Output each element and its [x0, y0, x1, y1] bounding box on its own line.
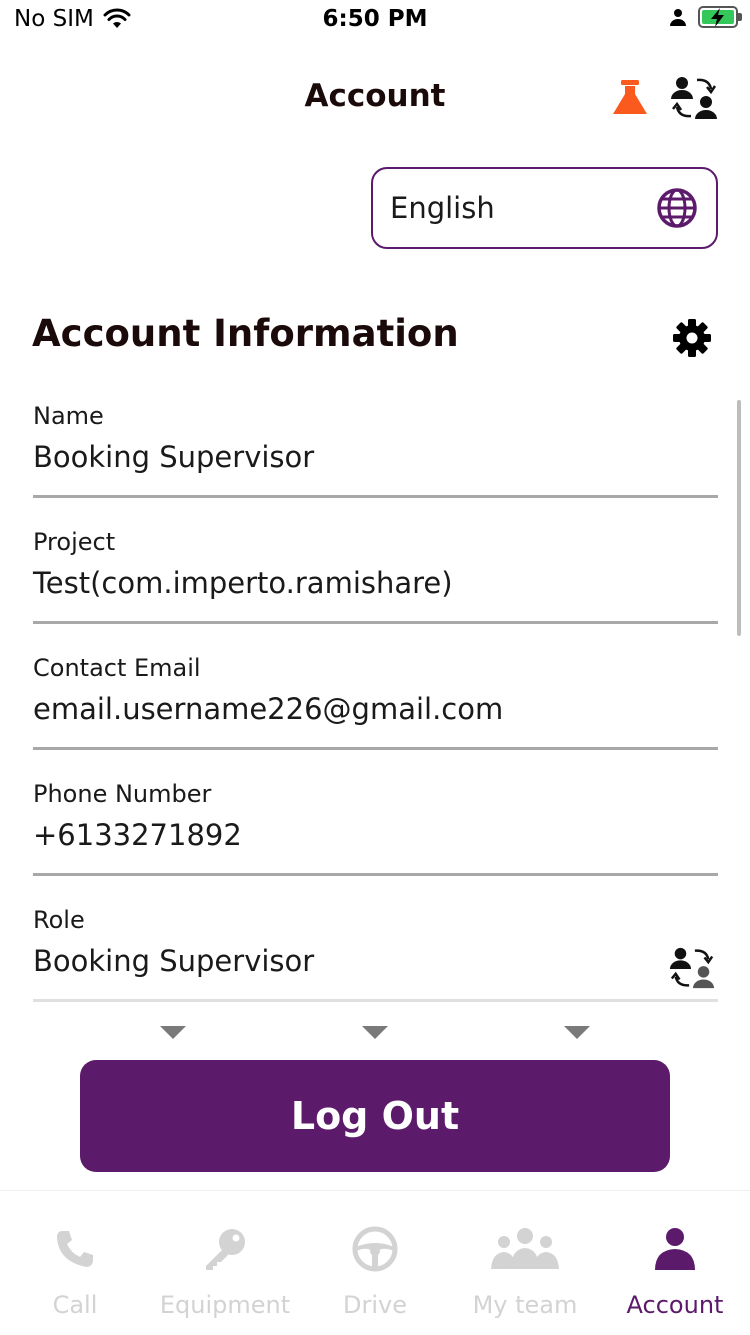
language-value: English	[390, 191, 495, 225]
tab-equipment[interactable]: Equipment	[150, 1191, 300, 1335]
field-role: Role Booking Supervisor	[33, 900, 718, 1026]
logout-button[interactable]: Log Out	[80, 1060, 670, 1172]
divider	[33, 999, 718, 1002]
flask-icon	[613, 80, 647, 114]
key-icon	[150, 1221, 300, 1277]
field-label: Name	[33, 402, 104, 430]
scrollbar[interactable]	[737, 400, 741, 636]
field-name: Name Booking Supervisor	[33, 396, 718, 522]
tab-bar: Call Equipment Drive My team Account	[0, 1190, 750, 1335]
field-label: Role	[33, 906, 85, 934]
tab-label: Call	[52, 1291, 98, 1319]
field-value: Booking Supervisor	[33, 440, 315, 474]
chevron-down-icon	[160, 1026, 186, 1039]
status-right	[670, 6, 742, 28]
tab-label: Drive	[343, 1291, 407, 1319]
nav-header: Account	[0, 60, 750, 136]
switch-role-button[interactable]	[666, 944, 718, 992]
tab-label: My team	[472, 1291, 578, 1319]
field-label: Project	[33, 528, 116, 556]
gear-icon	[673, 319, 711, 357]
chevron-down-icon	[362, 1026, 388, 1039]
switch-users-icon	[669, 947, 715, 989]
divider	[33, 747, 718, 750]
tab-account[interactable]: Account	[600, 1191, 750, 1335]
team-icon	[450, 1221, 600, 1277]
divider	[33, 873, 718, 876]
field-label: Contact Email	[33, 654, 201, 682]
status-time: 6:50 PM	[322, 6, 428, 32]
field-value: +6133271892	[33, 818, 242, 852]
scroll-hint	[0, 1026, 750, 1046]
account-fields: Name Booking Supervisor Project Test(com…	[33, 396, 718, 1026]
tab-label: Equipment	[159, 1291, 291, 1319]
tab-drive[interactable]: Drive	[300, 1191, 450, 1335]
divider	[33, 621, 718, 624]
field-contact-email: Contact Email email.username226@gmail.co…	[33, 648, 718, 774]
status-bar: No SIM 6:50 PM	[0, 0, 750, 42]
field-phone-number: Phone Number +6133271892	[33, 774, 718, 900]
person-icon	[600, 1221, 750, 1277]
language-selector[interactable]: English	[371, 167, 718, 249]
globe-icon	[657, 188, 697, 228]
settings-button[interactable]	[670, 316, 714, 360]
field-label: Phone Number	[33, 780, 212, 808]
tab-label: Account	[626, 1291, 724, 1319]
steering-wheel-icon	[300, 1221, 450, 1277]
battery-icon	[698, 6, 742, 28]
charging-bolt-icon	[711, 8, 724, 27]
person-icon	[670, 9, 686, 26]
flask-button[interactable]	[606, 74, 654, 122]
tab-my-team[interactable]: My team	[450, 1191, 600, 1335]
field-value: email.username226@gmail.com	[33, 692, 504, 726]
field-project: Project Test(com.imperto.ramishare)	[33, 522, 718, 648]
switch-users-button[interactable]	[664, 70, 724, 126]
phone-icon	[0, 1221, 150, 1277]
chevron-down-icon	[564, 1026, 590, 1039]
tab-call[interactable]: Call	[0, 1191, 150, 1335]
switch-users-icon	[671, 77, 717, 119]
section-title: Account Information	[32, 312, 459, 355]
field-value: Test(com.imperto.ramishare)	[33, 566, 453, 600]
divider	[33, 495, 718, 498]
field-value: Booking Supervisor	[33, 944, 315, 978]
